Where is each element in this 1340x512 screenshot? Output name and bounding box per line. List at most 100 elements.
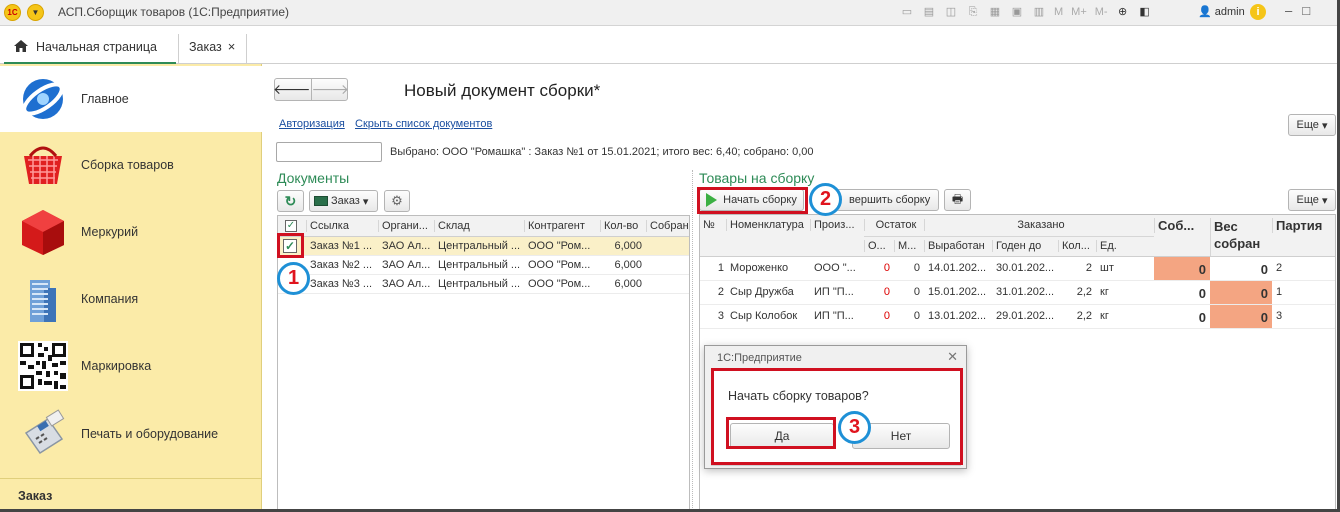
cell-qty: 2	[1085, 262, 1092, 274]
table-header: ✓ Ссылка Органи... Склад Контрагент Кол-…	[278, 216, 689, 237]
maximize-icon[interactable]: □	[1302, 3, 1310, 18]
main-menu-button[interactable]: ▼	[27, 4, 44, 21]
col-produced[interactable]: Выработан	[924, 240, 992, 252]
toolbar-icons: ▭ ▤ ◫ ⎘ ▦ ▣ ▥ M M+ M- ⊕ ◧	[898, 4, 1154, 22]
sidebar-item-marking[interactable]: Маркировка	[0, 333, 262, 399]
finish-assembly-button[interactable]: вершить сборку	[836, 189, 939, 211]
header-check-icon[interactable]: ✓	[285, 220, 297, 232]
hide-docs-link[interactable]: Скрыть список документов	[355, 118, 492, 130]
memory-m-button[interactable]: M	[1052, 4, 1065, 21]
cell-qty: 6,000	[614, 278, 642, 290]
auth-link[interactable]: Авторизация	[279, 118, 345, 130]
table-row[interactable]: ✓ Заказ №1 ... ЗАО Ал... Центральный ...…	[278, 237, 689, 256]
sidebar-item-assembly[interactable]: Сборка товаров	[0, 132, 262, 198]
col-unit[interactable]: Ед.	[1096, 240, 1154, 252]
cell-no: 1	[717, 262, 724, 274]
cell-contractor: ООО "Ром...	[528, 240, 591, 252]
cell-batch: 1	[1276, 286, 1283, 298]
sidebar-item-printing[interactable]: Печать и оборудование	[0, 401, 262, 467]
col-contractor[interactable]: Контрагент	[524, 220, 600, 232]
cell-org: ЗАО Ал...	[382, 240, 431, 252]
cell-producer: ИП "П...	[814, 286, 854, 298]
table-row[interactable]: Заказ №2 ... ЗАО Ал... Центральный ... О…	[278, 256, 689, 275]
cell-collected[interactable]: 0	[1154, 305, 1210, 328]
save-icon[interactable]: ▭	[898, 4, 916, 21]
col-weight-line1[interactable]: Вес	[1214, 219, 1238, 234]
tab-order[interactable]: Заказ ×	[178, 34, 247, 64]
sidebar-section-order[interactable]: Заказ	[0, 478, 262, 512]
back-arrow-icon[interactable]: 🡐	[273, 81, 311, 98]
cell-collected[interactable]: 0	[1154, 257, 1210, 280]
callout-step-3: 3	[838, 411, 871, 444]
documents-table: ✓ Ссылка Органи... Склад Контрагент Кол-…	[277, 215, 690, 512]
memory-mplus-button[interactable]: M+	[1069, 4, 1089, 21]
cell-producer: ООО "...	[814, 262, 856, 274]
col-ordered[interactable]: Заказано	[924, 219, 1154, 231]
calendar-icon[interactable]: ▣	[1008, 4, 1026, 21]
layout-icon[interactable]: ◧	[1136, 4, 1154, 21]
refresh-button[interactable]: ↻	[277, 190, 304, 212]
col-batch[interactable]: Партия	[1272, 218, 1335, 233]
nav-buttons: 🡐 🡒	[273, 78, 350, 101]
settings-button[interactable]: ⚙	[384, 190, 410, 212]
more-button[interactable]: Еще ▾	[1288, 114, 1336, 136]
col-weight-line2[interactable]: собран	[1214, 236, 1260, 251]
col-expires[interactable]: Годен до	[992, 240, 1058, 252]
table-row[interactable]: 2 Сыр Дружба ИП "П... 0 0 15.01.202... 3…	[700, 281, 1335, 305]
sidebar-item-main[interactable]: Главное	[0, 66, 262, 132]
close-icon[interactable]: ×	[228, 40, 236, 64]
col-collected[interactable]: Собран	[646, 220, 689, 232]
col-qty[interactable]: Кол-во	[600, 220, 646, 232]
forward-arrow-icon[interactable]: 🡒	[312, 81, 350, 98]
cell-expires: 29.01.202...	[996, 310, 1055, 322]
splitter[interactable]	[692, 170, 694, 512]
cell-unit: шт	[1100, 262, 1114, 274]
cell-stock-o: 0	[883, 310, 890, 322]
table-row[interactable]: 1 Мороженко ООО "... 0 0 14.01.202... 30…	[700, 257, 1335, 281]
col-stock-m[interactable]: М...	[894, 240, 924, 252]
print-button[interactable]: 🖶	[944, 189, 971, 211]
sidebar-item-company[interactable]: Компания	[0, 266, 262, 332]
col-warehouse[interactable]: Склад	[434, 220, 524, 232]
sidebar-item-mercury[interactable]: Меркурий	[0, 199, 262, 265]
user-name[interactable]: 👤 admin	[1198, 5, 1245, 18]
close-icon[interactable]: ✕	[947, 349, 958, 365]
print-icon[interactable]: ▤	[920, 4, 938, 21]
col-qty[interactable]: Кол...	[1058, 240, 1096, 252]
report-icon[interactable]: ▦	[986, 4, 1004, 21]
tab-home[interactable]: Начальная страница	[4, 34, 176, 64]
calculator-icon[interactable]: ▥	[1030, 4, 1048, 21]
cell-weight[interactable]: 0	[1210, 281, 1272, 304]
preview-icon[interactable]: ◫	[942, 4, 960, 21]
order-filter-select[interactable]: Заказ ▾	[309, 190, 378, 212]
cell-unit: кг	[1100, 286, 1109, 298]
selection-field[interactable]	[276, 142, 382, 162]
cell-warehouse: Центральный ...	[438, 259, 521, 271]
cell-weight[interactable]: 0	[1210, 305, 1272, 328]
cell-no: 3	[717, 310, 724, 322]
table-row[interactable]: Заказ №3 ... ЗАО Ал... Центральный ... О…	[278, 275, 689, 294]
cell-collected[interactable]: 0	[1154, 281, 1210, 304]
attach-icon[interactable]: ⎘	[964, 4, 982, 21]
col-stock-o[interactable]: О...	[864, 240, 894, 252]
col-nomenclature[interactable]: Номенклатура	[726, 219, 810, 231]
sidebar: Главное Сборка товаров Меркурий Компания…	[0, 64, 262, 512]
col-no[interactable]: №	[700, 219, 724, 231]
col-stock[interactable]: Остаток	[864, 219, 924, 231]
selection-summary: Выбрано: ООО "Ромашка" : Заказ №1 от 15.…	[390, 146, 814, 158]
cell-weight[interactable]: 0	[1210, 257, 1272, 280]
col-ref[interactable]: Ссылка	[306, 220, 378, 232]
col-org[interactable]: Органи...	[378, 220, 434, 232]
col-collected[interactable]: Соб...	[1154, 218, 1210, 233]
goods-more-button[interactable]: Еще ▾	[1288, 189, 1336, 211]
page-title: Новый документ сборки*	[404, 81, 601, 100]
goods-title: Товары на сборку	[699, 170, 815, 186]
refresh-icon: ↻	[284, 192, 297, 209]
table-row[interactable]: 3 Сыр Колобок ИП "П... 0 0 13.01.202... …	[700, 305, 1335, 329]
memory-mminus-button[interactable]: M-	[1093, 4, 1110, 21]
info-icon[interactable]: i	[1250, 4, 1266, 20]
col-producer[interactable]: Произ...	[810, 219, 864, 231]
minimize-icon[interactable]: –	[1285, 3, 1292, 18]
cell-stock-m: 0	[913, 286, 920, 298]
zoom-icon[interactable]: ⊕	[1114, 4, 1132, 21]
